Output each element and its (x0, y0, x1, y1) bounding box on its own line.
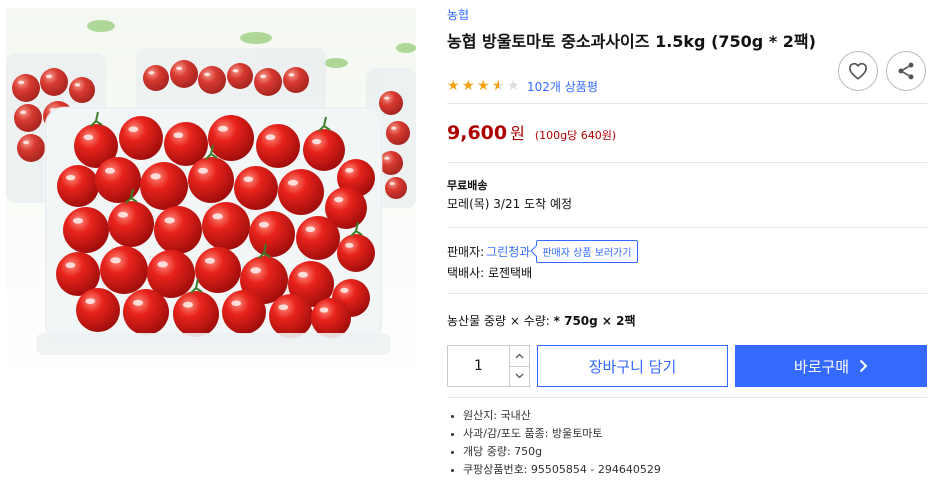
product-image[interactable] (6, 8, 416, 388)
divider (447, 227, 927, 228)
quantity-input[interactable] (448, 346, 509, 386)
option-row: 농산물 중량 × 수량: * 750g × 2팩 (447, 312, 636, 329)
share-icon (898, 62, 914, 80)
price-currency: 원 (510, 124, 525, 143)
divider (447, 103, 927, 104)
quantity-increase-button[interactable] (510, 346, 529, 366)
seller-label: 판매자: (447, 244, 485, 259)
product-title: 농협 방울토마토 중소과사이즈 1.5kg (750g * 2팩) (447, 32, 816, 51)
cherry-tomatoes-photo (6, 8, 416, 388)
quantity-buttons (509, 346, 529, 386)
add-to-cart-button[interactable]: 장바구니 담기 (537, 345, 728, 387)
buy-now-label: 바로구매 (793, 357, 850, 376)
attribute-item: 쿠팡상품번호: 95505854 - 294640529 (451, 461, 661, 479)
attribute-item: 사과/감/포도 품종: 방울토마토 (451, 425, 661, 443)
quantity-decrease-button[interactable] (510, 365, 529, 387)
quantity-stepper (447, 345, 530, 387)
seller-row: 판매자: 그린청과 판매자 상품 보러가기 (447, 239, 638, 263)
option-label: 농산물 중량 × 수량: (447, 314, 550, 328)
seller-name-link[interactable]: 그린청과 (486, 243, 530, 260)
brand-link[interactable]: 농협 (447, 6, 469, 23)
chevron-right-icon (859, 359, 868, 373)
arrival-date: 모레(목) 3/21 도착 예정 (447, 197, 573, 211)
option-value: * 750g × 2팩 (553, 314, 636, 328)
star-icon: ★★ (507, 78, 520, 94)
seller-products-button[interactable]: 판매자 상품 보러가기 (536, 239, 638, 263)
heart-icon (848, 62, 868, 80)
divider (447, 293, 927, 294)
star-icon: ★★ (477, 78, 490, 94)
price-row: 9,600 원 (100g당 640원) (447, 120, 616, 144)
sale-price: 9,600 (447, 122, 508, 144)
rating-row: ★★★★★★★★★★ 102개 상품평 (447, 78, 598, 94)
rating-stars: ★★★★★★★★★★ (447, 79, 521, 93)
share-button[interactable] (886, 51, 926, 91)
unit-price: (100g당 640원) (534, 129, 617, 142)
divider (447, 162, 927, 163)
star-icon: ★★ (492, 78, 505, 94)
chevron-up-icon (515, 353, 524, 359)
product-attributes: 원산지: 국내산 사과/감/포도 품종: 방울토마토 개당 중량: 750g 쿠… (451, 407, 661, 479)
shipping-type: 무료배송 (447, 179, 488, 192)
star-icon: ★★ (447, 78, 460, 94)
attribute-item: 개당 중량: 750g (451, 443, 661, 461)
attribute-item: 원산지: 국내산 (451, 407, 661, 425)
buy-now-button[interactable]: 바로구매 (735, 345, 927, 387)
courier-info: 택배사: 로젠택배 (447, 266, 533, 280)
star-icon: ★★ (462, 78, 475, 94)
add-to-cart-label: 장바구니 담기 (588, 357, 677, 376)
product-info-panel: 농협 농협 방울토마토 중소과사이즈 1.5kg (750g * 2팩) ★ ★ ★… (447, 0, 927, 486)
review-count-link[interactable]: 102개 상품평 (527, 78, 598, 95)
chevron-down-icon (515, 373, 524, 379)
divider (447, 397, 927, 398)
wishlist-button[interactable] (838, 51, 878, 91)
